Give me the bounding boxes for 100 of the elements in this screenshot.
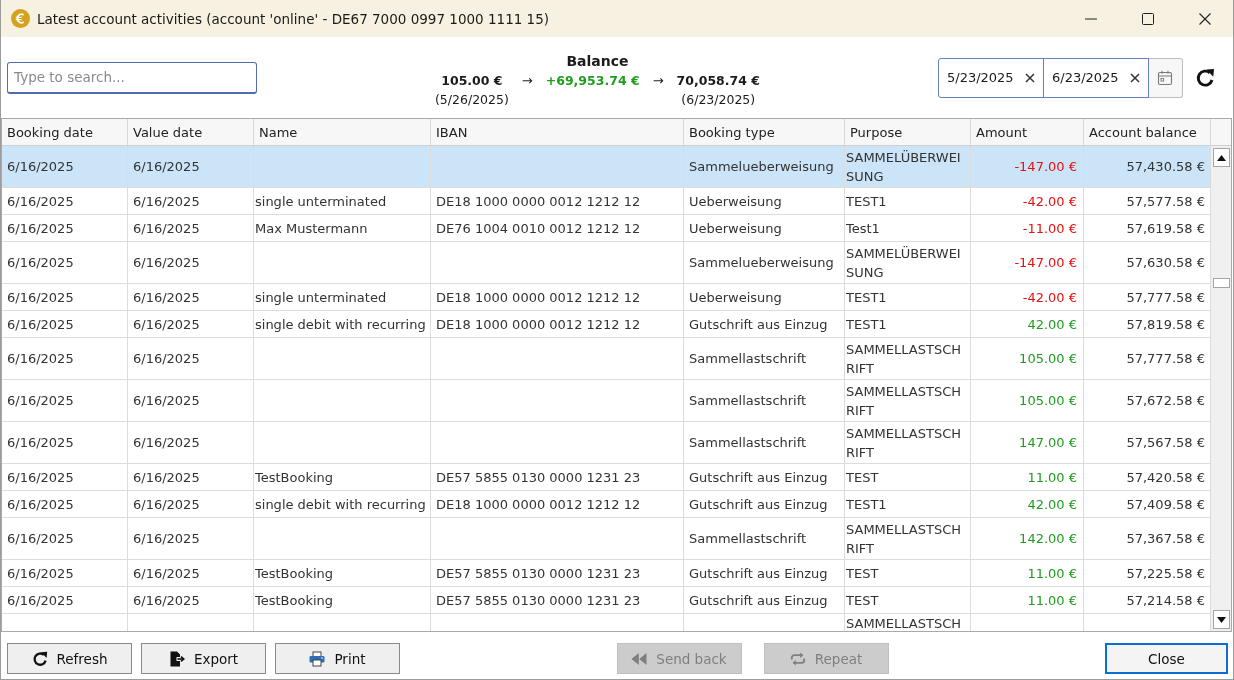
table-cell: 6/16/2025 [128,242,254,284]
table-cell: TEST1 [845,491,971,518]
column-header[interactable]: Amount [971,119,1084,145]
table-cell: 6/16/2025 [2,284,128,311]
table-cell: SAMMELLASTSCHRIFT [845,338,971,380]
table-cell: 6/16/2025 [2,380,128,422]
table-row[interactable]: 6/16/2025 6/16/2025 Sammellastschrift SAMMELLASTSCHRIFT 105.00 € 57,672.58 € [2,380,1211,422]
table-cell: 6/16/2025 [2,560,128,587]
table-cell: Max Mustermann [254,215,431,242]
arrow-icon: → [521,70,533,91]
refresh-button[interactable]: Refresh [7,643,132,674]
table-row[interactable]: 6/16/2025 6/16/2025 single unterminated DE18 1000 0000 0012 1212 12 Ueberweisung TEST1 -42.00 € 57,777.58 € [2,284,1211,311]
table-cell: 6/16/2025 [2,464,128,491]
table-cell: SAMMELLASTSCH [845,614,971,631]
table-row[interactable]: 6/16/2025 6/16/2025 TestBooking DE57 5855 0130 0000 1231 23 Gutschrift aus Einzug TEST 11.00 € 57,420.58 € [2,464,1211,491]
print-button[interactable]: Print [275,643,400,674]
table-cell: 6/16/2025 [2,146,128,188]
table-row[interactable]: 6/16/2025 6/16/2025 Sammellastschrift SAMMELLASTSCHRIFT 142.00 € 57,367.58 € [2,518,1211,560]
up-triangle-icon [1216,154,1226,161]
table-cell: 6/16/2025 [2,422,128,464]
table-cell: Gutschrift aus Einzug [684,560,845,587]
table-cell: DE76 1004 0010 0012 1212 12 [431,215,684,242]
table-cell: Gutschrift aus Einzug [684,464,845,491]
table-cell: 6/16/2025 [128,284,254,311]
maximize-icon[interactable] [1141,12,1154,25]
column-header[interactable]: Booking type [684,119,845,145]
table-cell: Sammellastschrift [684,518,845,560]
table-row[interactable]: 6/16/2025 6/16/2025 Sammellastschrift SAMMELLASTSCHRIFT 147.00 € 57,567.58 € [2,422,1211,464]
table-cell: DE57 5855 0130 0000 1231 23 [431,587,684,614]
table-cell: TestBooking [254,464,431,491]
scrollbar[interactable] [1211,146,1231,631]
table-cell: 6/16/2025 [128,188,254,215]
clear-icon[interactable] [1130,72,1140,83]
column-header[interactable]: Booking date [2,119,128,145]
table-cell: 42.00 € [971,311,1084,338]
table-cell: single unterminated [254,188,431,215]
close-icon[interactable] [1198,12,1211,25]
table-cell: Sammellastschrift [684,380,845,422]
refresh-icon[interactable] [1195,67,1215,88]
table-cell: 147.00 € [971,422,1084,464]
table-cell: TEST [845,587,971,614]
table-cell: 6/16/2025 [2,311,128,338]
table-cell: 6/16/2025 [128,146,254,188]
clear-icon[interactable] [1025,72,1035,83]
table-cell: TEST [845,464,971,491]
document-arrow-icon [168,650,185,667]
table-cell: SAMMELLASTSCHRIFT [845,422,971,464]
column-header[interactable]: Purpose [845,119,971,145]
table-cell: Gutschrift aus Einzug [684,491,845,518]
table-cell: -42.00 € [971,188,1084,215]
arrow-icon: → [652,70,664,91]
table-row[interactable]: 6/16/2025 6/16/2025 single debit with recurring DE18 1000 0000 0012 1212 12 Gutschrift aus Einzug TEST1 42.00 € 57,819.58 € [2,311,1211,338]
table-cell: 6/16/2025 [128,464,254,491]
date-field[interactable]: 5/23/2025 [938,57,1044,98]
table-cell: Test1 [845,215,971,242]
scrollbar-thumb[interactable] [1212,278,1230,288]
table-cell: Ueberweisung [684,188,845,215]
table-cell: TestBooking [254,587,431,614]
opening-balance: 105.00 € [441,71,503,90]
table-cell: SAMMELLASTSCHRIFT [845,518,971,560]
table-cell: DE18 1000 0000 0012 1212 12 [431,311,684,338]
table-row[interactable]: 6/16/2025 6/16/2025 single unterminated DE18 1000 0000 0012 1212 12 Ueberweisung TEST1 -42.00 € 57,577.58 € [2,188,1211,215]
table-row[interactable]: 6/16/2025 6/16/2025 Sammellastschrift SAMMELLASTSCHRIFT 105.00 € 57,777.58 € [2,338,1211,380]
window-title: Latest account activities (account 'online' - DE67 7000 0997 1000 1111 15) [37,10,550,27]
table-cell: 6/16/2025 [128,422,254,464]
column-header[interactable]: Name [254,119,431,145]
table-cell: 6/16/2025 [2,587,128,614]
table-cell: 6/16/2025 [128,380,254,422]
table-cell: TEST1 [845,188,971,215]
table-cell: single debit with recurring [254,311,431,338]
table-cell: 6/16/2025 [2,491,128,518]
table-cell: 11.00 € [971,464,1084,491]
table-cell: SAMMELLASTSCHRIFT [845,380,971,422]
table-cell: SAMMELÜBERWEISUNG [845,242,971,284]
export-button[interactable]: Export [141,643,266,674]
table-row[interactable]: 6/16/2025 6/16/2025 Max Mustermann DE76 1004 0010 0012 1212 12 Ueberweisung Test1 -11.00 € 57,619.58 € [2,215,1211,242]
column-header[interactable]: Value date [128,119,254,145]
table-cell: DE57 5855 0130 0000 1231 23 [431,560,684,587]
column-header[interactable]: Account balance [1084,119,1211,145]
table-cell: single unterminated [254,284,431,311]
table-row[interactable]: 6/16/2025 6/16/2025 single debit with recurring DE18 1000 0000 0012 1212 12 Gutschrift aus Einzug TEST1 42.00 € 57,409.58 € [2,491,1211,518]
table-cell: Gutschrift aus Einzug [684,587,845,614]
closing-date: (6/23/2025) [681,90,756,109]
table-cell: 6/16/2025 [2,518,128,560]
scroll-down-button[interactable] [1212,610,1230,629]
table-cell: TestBooking [254,560,431,587]
table-cell: 11.00 € [971,587,1084,614]
scroll-up-button[interactable] [1212,148,1230,167]
balance-title: Balance [566,51,629,71]
table-row[interactable]: 6/16/2025 6/16/2025 TestBooking DE57 5855 0130 0000 1231 23 Gutschrift aus Einzug TEST 11.00 € 57,214.58 € [2,587,1211,614]
calendar-button[interactable] [1149,57,1183,98]
table-row[interactable]: 6/16/2025 6/16/2025 TestBooking DE57 5855 0130 0000 1231 23 Gutschrift aus Einzug TEST 11.00 € 57,225.58 € [2,560,1211,587]
search-field[interactable]: Type to search... [7,61,257,94]
column-header[interactable]: IBAN [431,119,684,145]
table-cell: Sammelueberweisung [684,242,845,284]
table-cell: DE18 1000 0000 0012 1212 12 [431,284,684,311]
close-button[interactable]: Close [1105,643,1228,674]
balance-change: +69,953.74 € [545,71,640,90]
table-cell: 6/16/2025 [128,215,254,242]
date-field[interactable]: 6/23/2025 [1043,57,1149,98]
